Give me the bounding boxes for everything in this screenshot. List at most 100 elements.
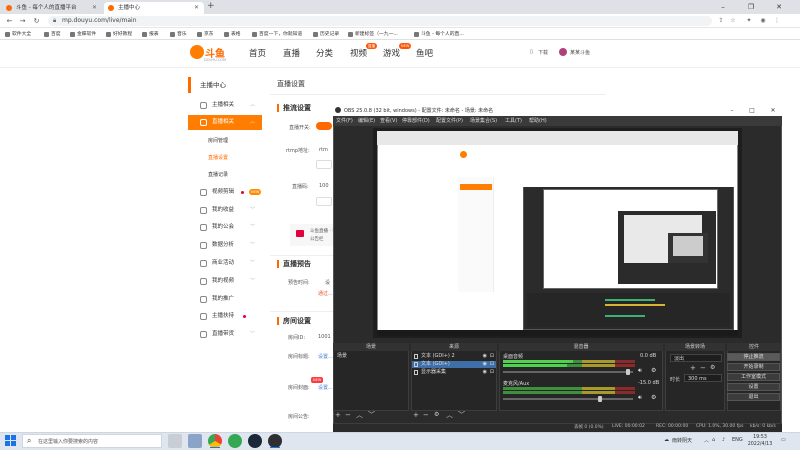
sidebar-item-support[interactable]: 主播扶持 — [188, 309, 262, 324]
eye-icon[interactable]: ◉ — [483, 353, 487, 360]
bookmark-item[interactable]: 好好教程 — [106, 30, 132, 39]
gear-icon[interactable]: ⚙ — [651, 394, 656, 401]
bookmark-item[interactable]: 斗鱼 - 每个人的直... — [414, 30, 464, 39]
scene-down-button[interactable]: ﹀ — [368, 411, 375, 419]
preview-link[interactable]: 通过... — [318, 290, 333, 297]
gear-icon[interactable]: ⚙ — [651, 367, 656, 374]
sidebar-item-business[interactable]: 商业活动 ﹀ — [188, 256, 262, 271]
source-item[interactable]: 显示器采集 ◉ ⊡ — [412, 369, 496, 376]
stream-key-value[interactable]: 100 — [319, 183, 329, 189]
notice-banner[interactable]: 斗鱼直播 · 已提供... 公告栏 — [290, 224, 350, 246]
scene-up-button[interactable]: ︿ — [356, 411, 363, 419]
source-up-button[interactable]: ︿ — [446, 411, 453, 419]
exit-button[interactable]: 退出 — [727, 393, 780, 401]
weather-icon[interactable]: ☁ — [664, 437, 669, 443]
obs-menu-help[interactable]: 帮助(H) — [529, 117, 547, 124]
sidebar-sub-live-records[interactable]: 直播记录 — [188, 168, 262, 183]
obs-menu-scene-collection[interactable]: 场景集合(S) — [470, 117, 497, 124]
remove-transition-button[interactable]: − — [700, 364, 706, 372]
remove-source-button[interactable]: − — [423, 411, 429, 419]
source-item-selected[interactable]: 文本 (GDI+) ◉ ⊡ — [412, 361, 496, 368]
bookmark-star-icon[interactable]: ☆ — [728, 16, 738, 26]
language-indicator[interactable]: ENG — [732, 437, 743, 443]
obs-menu-profile[interactable]: 配置文件(P) — [436, 117, 463, 124]
source-item[interactable]: 文本 (GDI+) 2 ◉ ⊡ — [412, 353, 496, 360]
lock-icon[interactable]: ⊡ — [490, 353, 494, 360]
obs-menu-file[interactable]: 文件(F) — [336, 117, 353, 124]
add-source-button[interactable]: + — [413, 411, 419, 419]
bookmark-item[interactable]: 表格 — [224, 30, 241, 39]
obs-close-icon[interactable]: ✕ — [766, 105, 780, 116]
bookmark-item[interactable]: 京东 — [197, 30, 214, 39]
download-icon[interactable]: ▯ — [530, 49, 533, 55]
sidebar-item-promotion[interactable]: 我的推广 — [188, 292, 262, 307]
source-settings-gear-icon[interactable]: ⚙ — [434, 411, 439, 419]
start-recording-button[interactable]: 开始录制 — [727, 363, 780, 371]
close-tab-icon[interactable]: ✕ — [194, 2, 199, 14]
scene-item[interactable]: 场景 — [334, 353, 408, 360]
sidebar-item-live[interactable]: 直播相关 ︿ — [188, 115, 262, 130]
nav-video[interactable]: 视频 — [350, 47, 367, 59]
task-view-icon[interactable] — [168, 434, 182, 448]
eye-icon[interactable]: ◉ — [483, 369, 487, 376]
forward-icon[interactable]: → — [17, 14, 28, 28]
green-app-icon[interactable] — [228, 434, 242, 448]
obs-menu-view[interactable]: 查看(V) — [380, 117, 397, 124]
bookmark-item[interactable]: 金蝶软件 — [70, 30, 96, 39]
source-down-button[interactable]: ﹀ — [458, 411, 465, 419]
avatar[interactable] — [559, 48, 567, 56]
browser-tab[interactable]: 斗鱼 - 每个人的直播平台 ✕ — [2, 2, 102, 14]
obs-minimize-icon[interactable]: – — [725, 105, 739, 116]
add-transition-button[interactable]: + — [690, 364, 696, 372]
bookmark-item[interactable]: 软件大全 — [5, 30, 31, 39]
studio-mode-button[interactable]: 工作室模式 — [727, 373, 780, 381]
browser-tab-active[interactable]: 主播中心 ✕ — [104, 2, 204, 14]
sidebar-item-income[interactable]: 我的收益 ﹀ — [188, 203, 262, 218]
add-scene-button[interactable]: + — [335, 411, 341, 419]
address-bar[interactable]: 🔒︎ mp.douyu.com/live/main — [48, 16, 712, 26]
nav-game[interactable]: 游戏 — [383, 47, 400, 59]
nav-home[interactable]: 首页 — [249, 47, 266, 59]
bookmark-item[interactable]: 新建标签（一九一... — [348, 30, 398, 39]
live-switch-toggle[interactable] — [316, 122, 332, 130]
browser-menu-icon[interactable]: ⋮ — [772, 16, 782, 26]
bookmark-item[interactable]: 音乐 — [170, 30, 187, 39]
sidebar-item-guild[interactable]: 我的公会 ﹀ — [188, 220, 262, 235]
nav-fishbar[interactable]: 鱼吧 — [416, 47, 433, 59]
copy-button[interactable] — [316, 160, 332, 169]
bookmark-item[interactable]: 报表 — [142, 30, 159, 39]
speaker-icon[interactable]: 🔊︎ — [638, 367, 642, 375]
lock-icon[interactable]: ⊡ — [490, 369, 494, 376]
preview-value[interactable]: 设 — [325, 279, 330, 286]
obs-menu-tools[interactable]: 工具(T) — [505, 117, 522, 124]
sidebar-sub-room-manage[interactable]: 房间管理 — [188, 134, 262, 149]
download-link[interactable]: 下载 — [538, 49, 548, 56]
sidebar-sub-live-settings[interactable]: 直播设置 — [188, 151, 262, 166]
sidebar-item-my-videos[interactable]: 我的视频 ﹀ — [188, 274, 262, 289]
sidebar-item-video-clip[interactable]: 视频剪辑 NEW — [188, 185, 262, 200]
nav-live[interactable]: 直播 — [283, 47, 300, 59]
remove-scene-button[interactable]: − — [345, 411, 351, 419]
obs-taskbar-icon[interactable] — [268, 434, 282, 448]
transition-settings-gear-icon[interactable]: ⚙ — [710, 364, 715, 372]
douyu-logo[interactable]: 斗鱼 DOUYU.COM — [190, 44, 236, 64]
bookmark-item[interactable]: 百度一下，你就知道 — [252, 30, 302, 39]
volume-slider-thumb[interactable] — [598, 396, 602, 402]
reload-icon[interactable]: ↻ — [31, 14, 42, 28]
speaker-icon[interactable]: 🔊︎ — [638, 394, 642, 402]
maximize-window-icon[interactable]: ❐ — [740, 0, 762, 14]
obs-maximize-icon[interactable]: □ — [745, 105, 759, 116]
username[interactable]: 某某斗鱼 — [570, 49, 590, 56]
new-tab-button[interactable]: + — [207, 1, 215, 11]
sidebar-item-analytics[interactable]: 数据分析 ﹀ — [188, 238, 262, 253]
lock-icon[interactable]: ⊡ — [490, 361, 494, 368]
chrome-icon[interactable] — [208, 434, 222, 448]
back-icon[interactable]: ← — [4, 14, 15, 28]
network-icon[interactable]: ⌂ — [712, 437, 715, 443]
duration-input[interactable]: 300 ms — [684, 374, 722, 382]
volume-slider[interactable] — [503, 371, 633, 373]
close-window-icon[interactable]: ✕ — [768, 0, 790, 14]
obs-menu-docks[interactable]: 停靠部件(D) — [402, 117, 430, 124]
profile-icon[interactable]: ◉ — [758, 16, 768, 26]
taskbar-search-input[interactable]: ⌕ 在这里输入你要搜索的内容 — [22, 434, 162, 448]
